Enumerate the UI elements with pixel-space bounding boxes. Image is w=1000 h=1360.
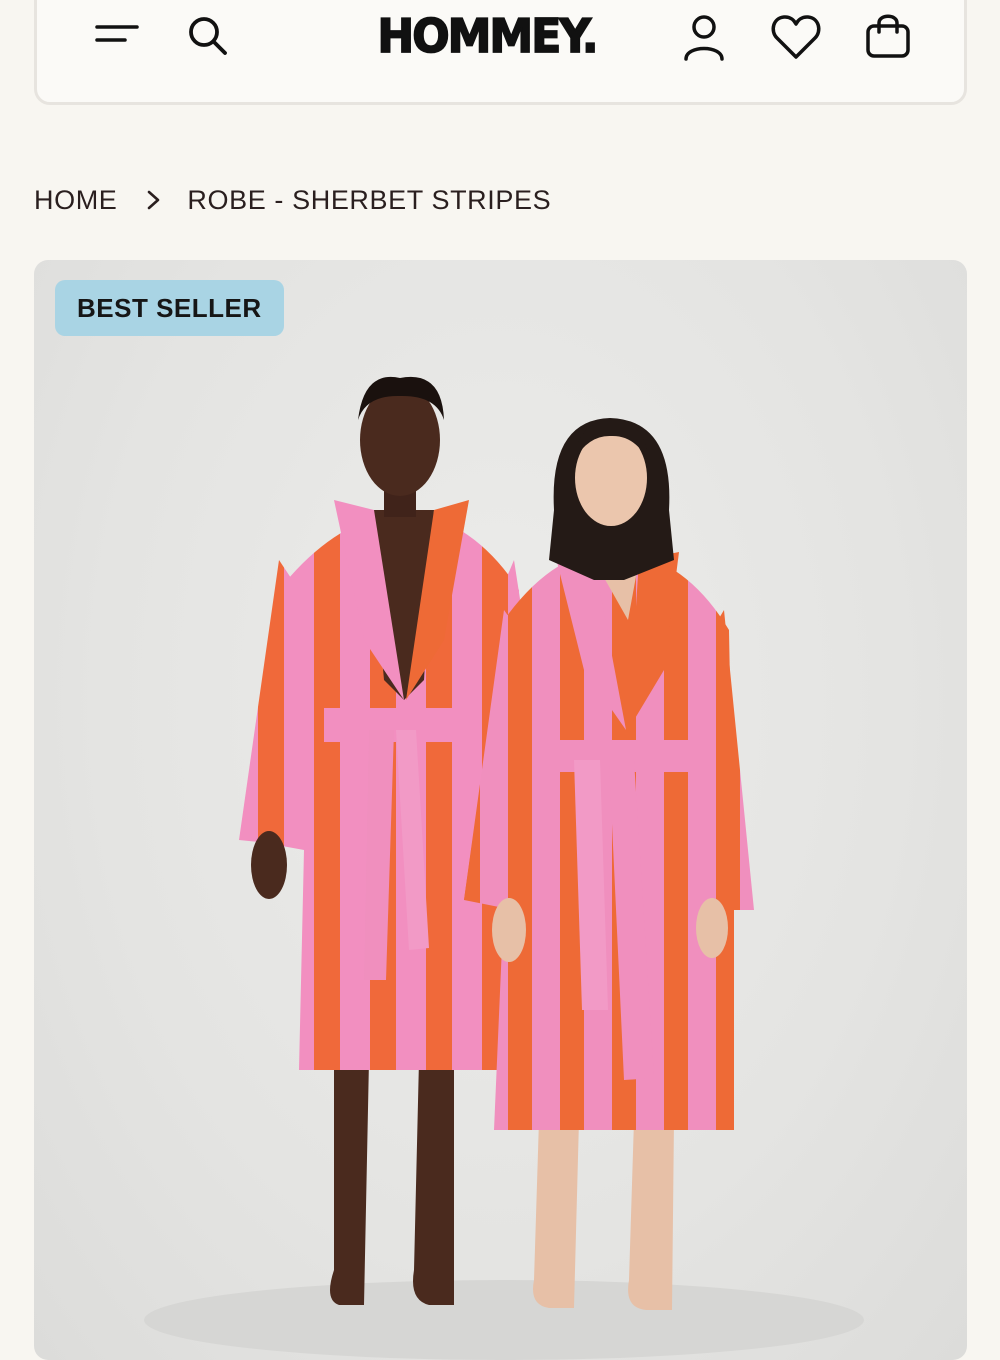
best-seller-badge: BEST SELLER — [55, 280, 284, 336]
menu-icon[interactable] — [95, 19, 139, 49]
site-header: HOMMEY. — [34, 0, 967, 105]
account-icon[interactable] — [682, 13, 726, 63]
breadcrumb-home-link[interactable]: HOME — [34, 185, 117, 216]
breadcrumb-current: ROBE - SHERBET STRIPES — [187, 184, 552, 215]
product-photo — [144, 376, 864, 1360]
breadcrumb: HOME ROBE - SHERBET STRIPES — [34, 180, 551, 220]
cart-icon[interactable] — [864, 12, 912, 60]
chevron-right-icon — [148, 190, 160, 210]
search-icon[interactable] — [187, 15, 229, 57]
wishlist-icon[interactable] — [770, 13, 822, 61]
brand-logo[interactable]: HOMMEY. — [367, 8, 607, 63]
product-image[interactable]: BEST SELLER — [34, 260, 967, 1360]
